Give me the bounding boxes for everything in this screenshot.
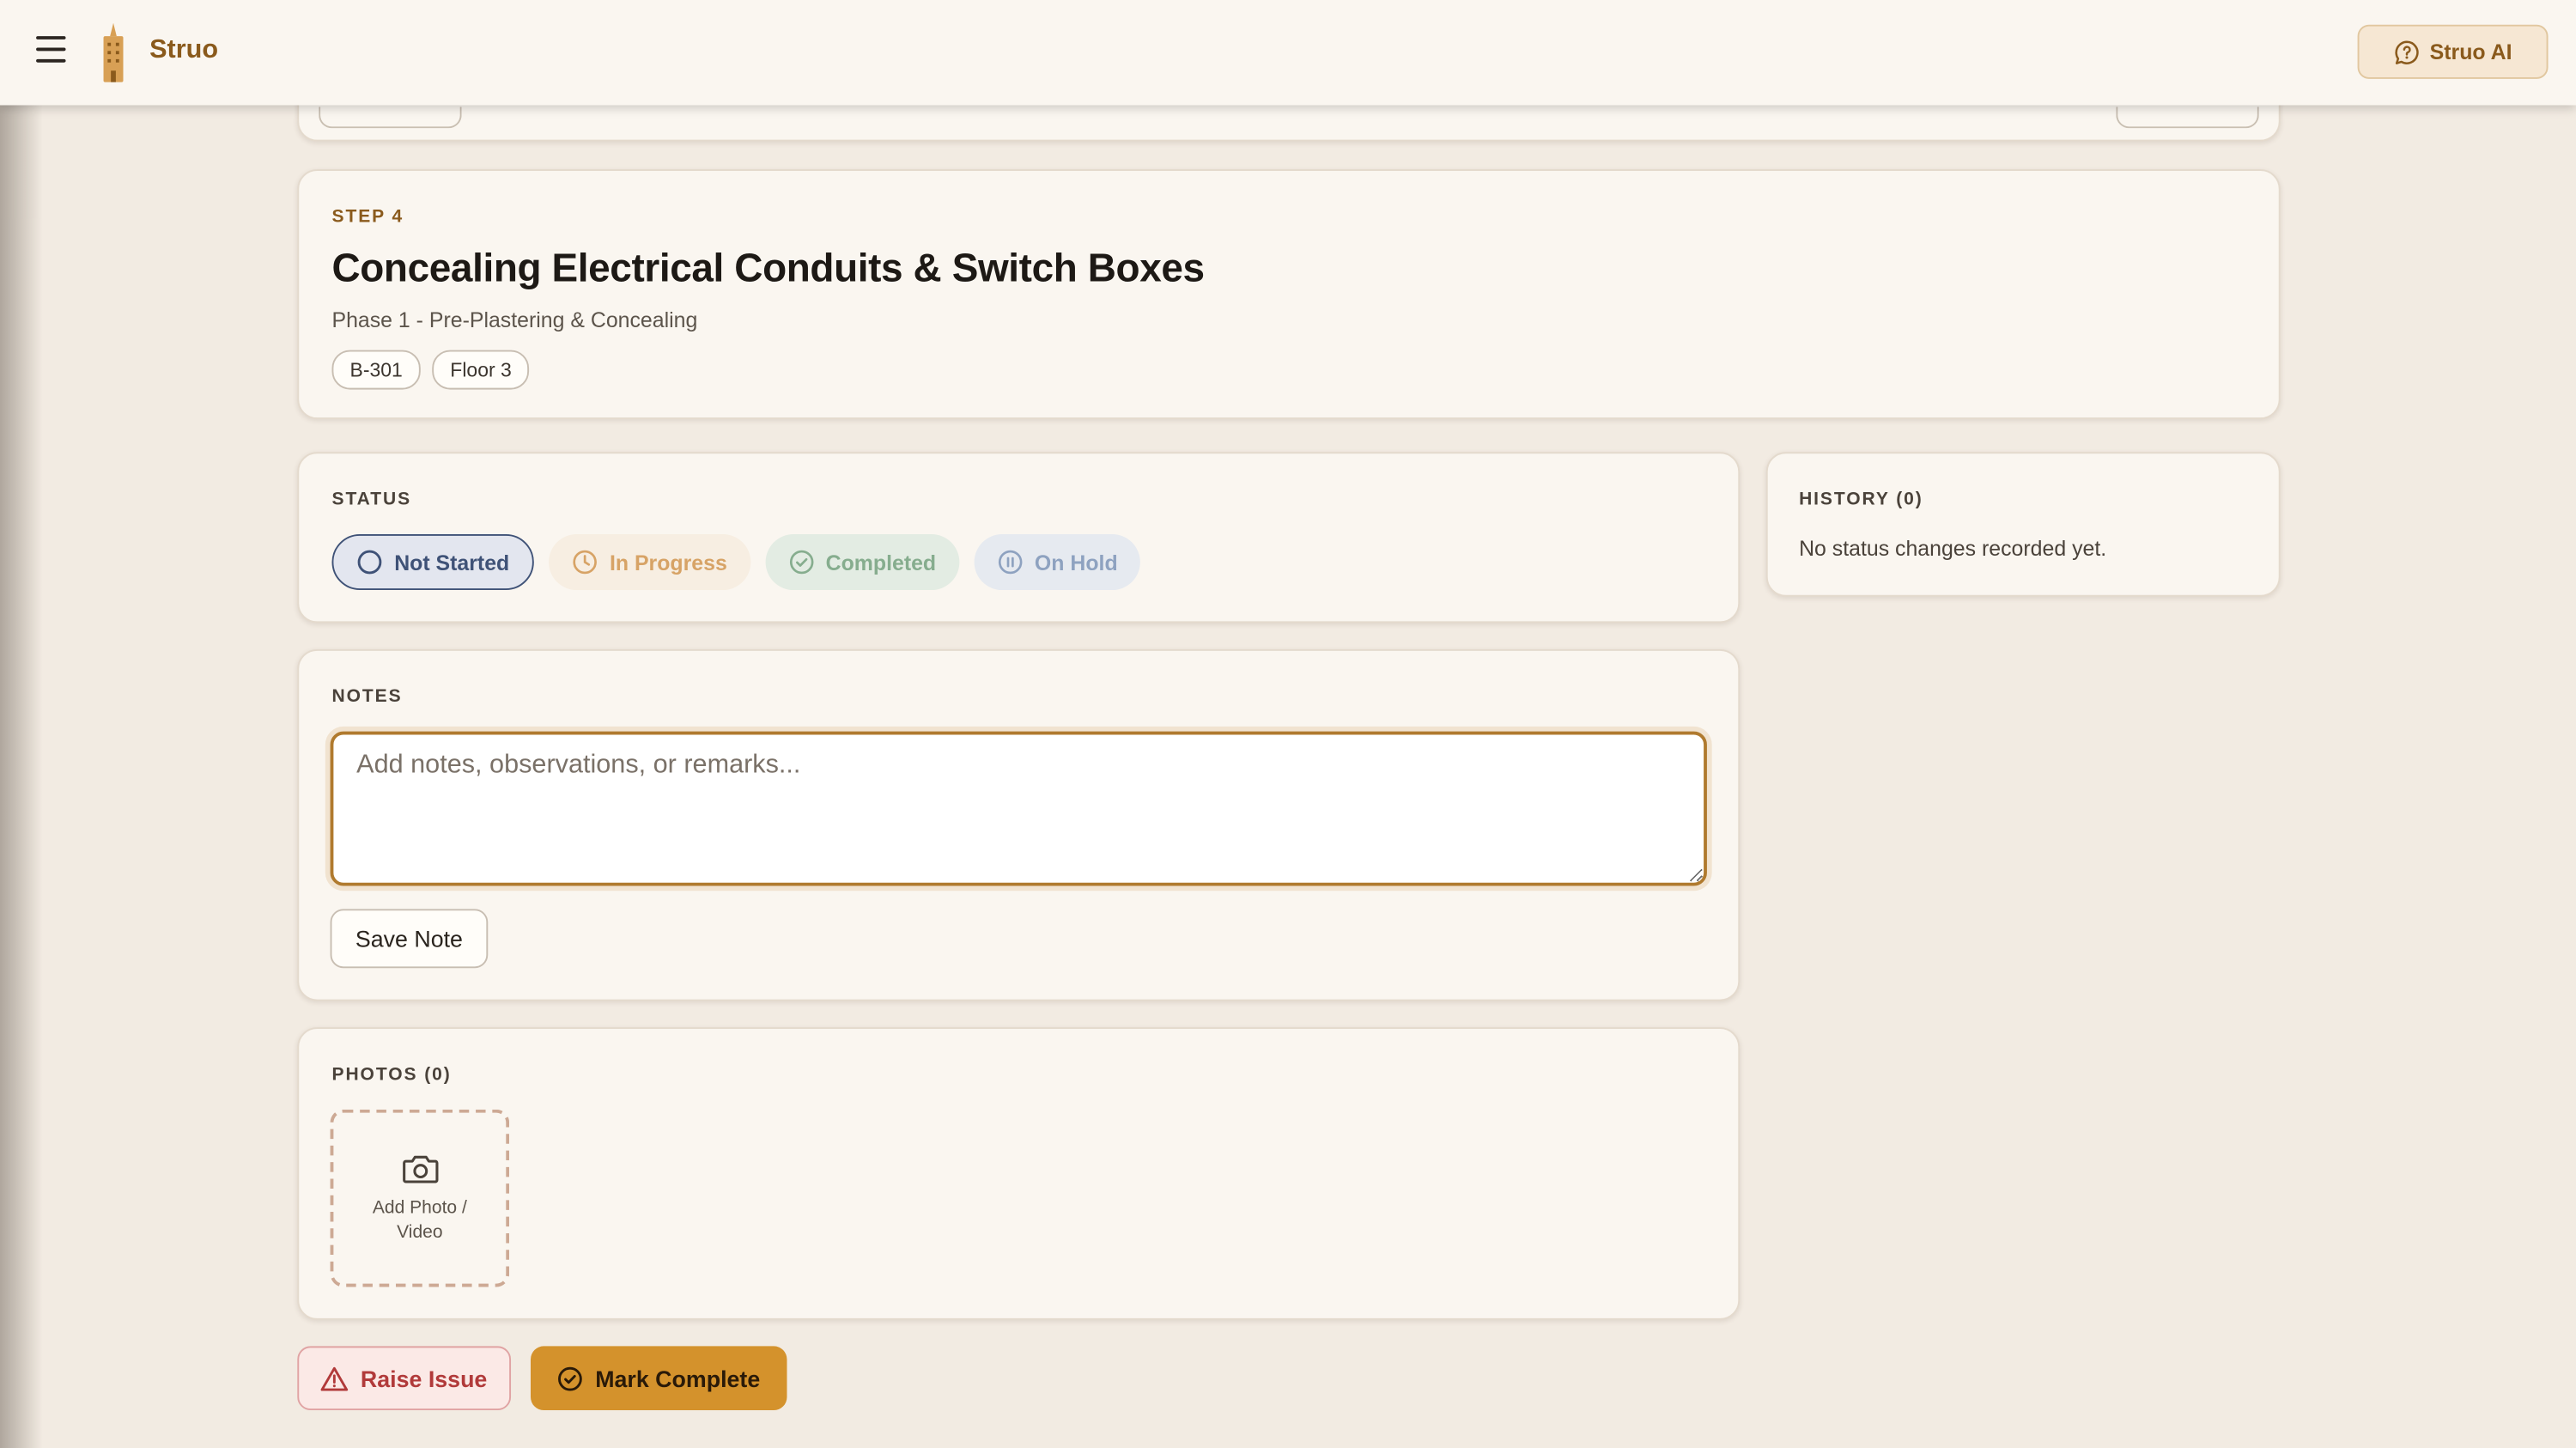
step-tags: B-301 Floor 3 xyxy=(331,350,530,390)
add-photo-video-button[interactable]: Add Photo / Video xyxy=(330,1109,510,1287)
status-not-started-button[interactable]: Not Started xyxy=(331,533,534,591)
raise-issue-label: Raise Issue xyxy=(360,1365,488,1392)
add-photo-label: Add Photo / Video xyxy=(372,1198,467,1243)
tag-floor: Floor 3 xyxy=(432,350,530,390)
photos-card: PHOTOS (0) Add Photo / Video xyxy=(297,1027,1741,1320)
status-on-hold-button[interactable]: On Hold xyxy=(974,533,1141,591)
brand-name[interactable]: Struo xyxy=(149,36,218,65)
step-title: Concealing Electrical Conduits & Switch … xyxy=(331,246,1205,291)
pause-circle-icon xyxy=(998,550,1023,575)
status-heading: STATUS xyxy=(331,490,412,510)
notes-heading: NOTES xyxy=(331,686,403,707)
status-completed-label: Completed xyxy=(825,550,937,575)
struo-ai-label: Struo AI xyxy=(2429,39,2512,64)
step-header-card: STEP 4 Concealing Electrical Conduits & … xyxy=(297,169,2281,420)
circle-icon xyxy=(357,550,382,575)
notes-textarea[interactable] xyxy=(330,731,1707,886)
history-empty-text: No status changes recorded yet. xyxy=(1799,535,2107,561)
status-card: STATUS Not Started In Progress Completed… xyxy=(297,452,1741,624)
check-circle-icon xyxy=(558,1366,583,1390)
building-logo-icon xyxy=(103,22,124,82)
status-options: Not Started In Progress Completed On Hol… xyxy=(331,533,1141,591)
status-in-progress-button[interactable]: In Progress xyxy=(549,533,750,591)
tag-unit: B-301 xyxy=(331,350,421,390)
mark-complete-button[interactable]: Mark Complete xyxy=(530,1346,787,1411)
status-on-hold-label: On Hold xyxy=(1034,550,1118,575)
check-circle-icon xyxy=(789,550,813,575)
struo-ai-button[interactable]: Struo AI xyxy=(2357,24,2549,79)
save-note-button[interactable]: Save Note xyxy=(330,909,489,969)
status-completed-button[interactable]: Completed xyxy=(764,533,959,591)
menu-icon[interactable] xyxy=(33,36,69,69)
history-card: HISTORY (0) No status changes recorded y… xyxy=(1765,452,2281,597)
drawer-shadow xyxy=(0,105,43,1448)
warning-triangle-icon xyxy=(321,1366,349,1390)
chat-help-icon xyxy=(2395,40,2419,64)
clock-icon xyxy=(573,550,598,575)
photos-heading: PHOTOS (0) xyxy=(331,1065,452,1086)
status-not-started-label: Not Started xyxy=(394,550,510,575)
camera-icon xyxy=(402,1155,438,1183)
step-number: STEP 4 xyxy=(331,207,404,228)
page: Struo Struo AI STEP 4 Concealing Electri… xyxy=(0,0,2576,1448)
status-in-progress-label: In Progress xyxy=(609,550,727,575)
notes-card: NOTES Save Note xyxy=(297,648,1741,1001)
previous-card-left-button[interactable] xyxy=(319,106,462,129)
step-phase: Phase 1 - Pre-Plastering & Concealing xyxy=(331,307,698,332)
history-heading: HISTORY (0) xyxy=(1799,490,1923,510)
raise-issue-button[interactable]: Raise Issue xyxy=(297,1346,512,1411)
mark-complete-label: Mark Complete xyxy=(595,1365,761,1392)
top-bar: Struo Struo AI xyxy=(0,0,2576,106)
previous-card-right-button[interactable] xyxy=(2116,106,2259,129)
